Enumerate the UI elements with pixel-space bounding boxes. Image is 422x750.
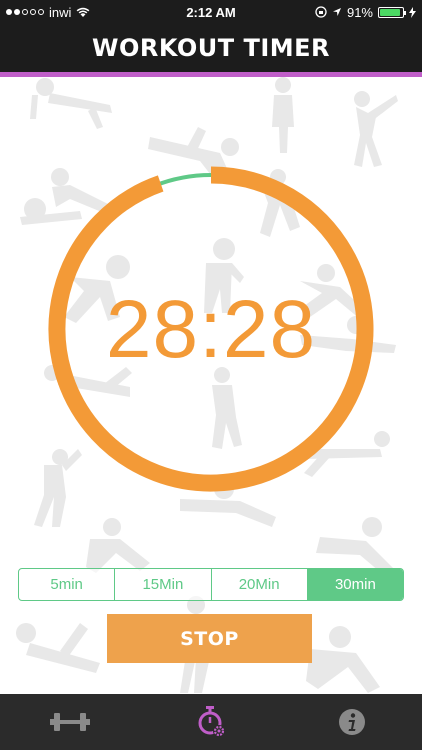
signal-strength-icon bbox=[6, 9, 44, 15]
stopwatch-settings-icon bbox=[198, 706, 225, 737]
status-left: inwi bbox=[6, 5, 90, 20]
duration-option-15min[interactable]: 15Min bbox=[114, 569, 210, 600]
dumbbell-icon bbox=[50, 713, 91, 731]
status-bar: inwi 2:12 AM 91% bbox=[0, 0, 422, 24]
page-title: WORKOUT TIMER bbox=[91, 34, 331, 62]
battery-icon bbox=[378, 6, 406, 18]
navigation-bar: WORKOUT TIMER bbox=[0, 24, 422, 72]
battery-percent: 91% bbox=[346, 4, 373, 20]
stop-button[interactable]: STOP bbox=[107, 614, 312, 663]
wifi-icon bbox=[77, 7, 90, 17]
duration-option-5min[interactable]: 5min bbox=[19, 569, 114, 600]
tab-timer[interactable] bbox=[181, 694, 241, 750]
location-arrow-icon bbox=[332, 8, 341, 16]
bridge-figure-icon bbox=[306, 626, 380, 693]
orientation-lock-icon bbox=[315, 6, 327, 18]
carrier-name: inwi bbox=[49, 4, 72, 20]
tab-workouts[interactable] bbox=[40, 694, 100, 750]
charging-bolt-icon bbox=[409, 6, 416, 18]
duration-option-20min[interactable]: 20Min bbox=[210, 569, 307, 600]
floor-stretch-figure-icon bbox=[16, 623, 100, 673]
tab-info[interactable] bbox=[322, 694, 382, 750]
info-icon bbox=[338, 709, 365, 735]
countdown-time: 28:28 bbox=[105, 284, 317, 375]
status-right: 91% bbox=[315, 5, 416, 20]
duration-option-30min[interactable]: 30min bbox=[306, 569, 403, 600]
tab-bar bbox=[0, 694, 422, 750]
duration-selector: 5min 15Min 20Min 30min bbox=[18, 568, 404, 601]
